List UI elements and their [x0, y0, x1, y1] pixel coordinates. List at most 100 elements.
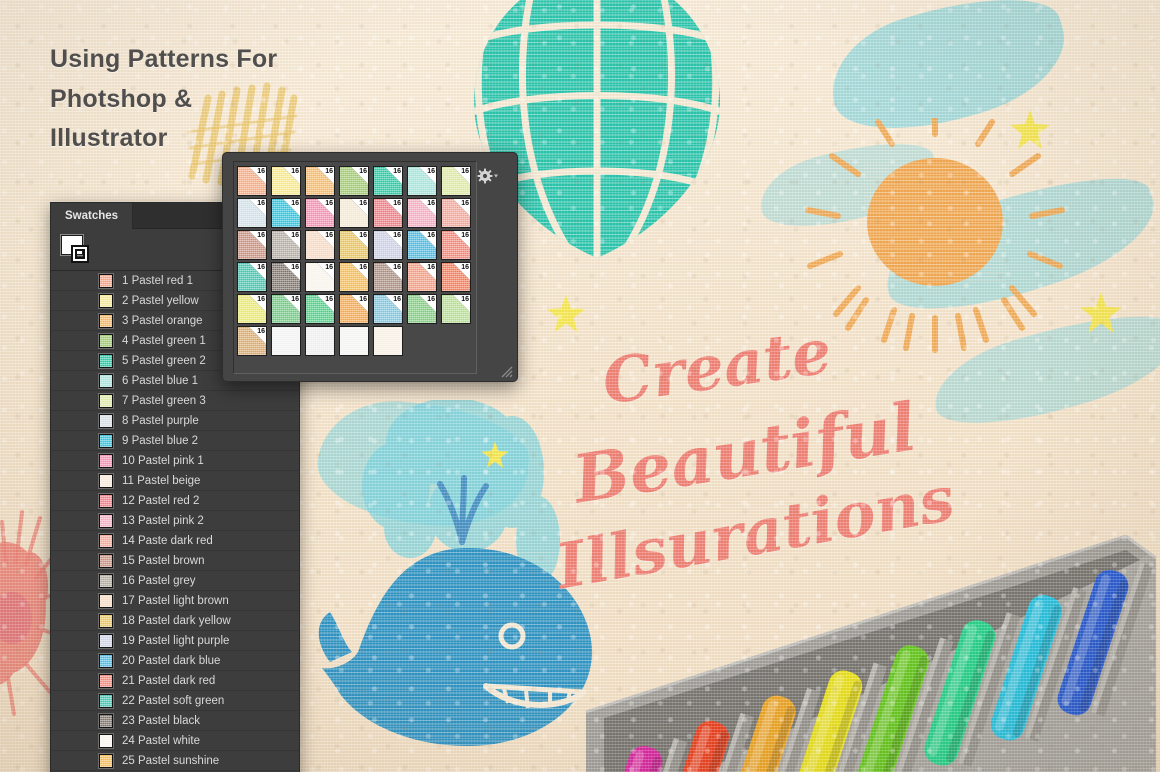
- swatch-color-chip[interactable]: [99, 733, 113, 748]
- pattern-swatch[interactable]: 16: [237, 294, 267, 324]
- swatch-color-chip[interactable]: [99, 493, 113, 508]
- swatch-list-item[interactable]: 8 Pastel purple: [51, 411, 299, 431]
- swatch-color-chip[interactable]: [99, 393, 113, 408]
- swatch-color-chip[interactable]: [99, 313, 113, 328]
- pattern-swatch[interactable]: 16: [271, 262, 301, 292]
- pattern-swatch[interactable]: 16: [407, 230, 437, 260]
- swatch-color-chip[interactable]: [99, 473, 113, 488]
- page-title: Using Patterns For Photshop & Illustrato…: [50, 40, 370, 159]
- pattern-swatch[interactable]: 16: [441, 230, 471, 260]
- pattern-swatch[interactable]: 16: [271, 230, 301, 260]
- swatch-list-item[interactable]: 16 Pastel grey: [51, 571, 299, 591]
- background-color-chip[interactable]: [71, 245, 89, 263]
- pattern-swatch[interactable]: 16: [305, 230, 335, 260]
- pattern-picker-panel[interactable]: 16 16 16 16 16 16 16 16 16 16 16 16 16 16 16 16 16 16 16 16…: [222, 152, 518, 382]
- pattern-size-badge-label: 16: [291, 168, 299, 175]
- pattern-swatch[interactable]: [305, 326, 335, 356]
- pattern-swatch[interactable]: [271, 326, 301, 356]
- pattern-picker-viewport[interactable]: 16 16 16 16 16 16 16 16 16 16 16 16 16 16 16 16 16 16 16 16…: [233, 161, 477, 374]
- gear-icon[interactable]: [477, 168, 499, 184]
- pattern-swatch[interactable]: 16: [441, 262, 471, 292]
- swatch-list-item[interactable]: 18 Pastel dark yellow: [51, 611, 299, 631]
- swatch-color-chip[interactable]: [99, 353, 113, 368]
- pattern-swatch[interactable]: 16: [373, 262, 403, 292]
- pattern-swatch[interactable]: 16: [339, 198, 369, 228]
- swatch-color-chip[interactable]: [99, 513, 113, 528]
- pattern-swatch[interactable]: 16: [441, 166, 471, 196]
- swatch-color-chip[interactable]: [99, 753, 113, 768]
- swatch-color-chip[interactable]: [99, 333, 113, 348]
- swatch-list-item[interactable]: 23 Pastel black: [51, 711, 299, 731]
- swatch-color-chip[interactable]: [99, 593, 113, 608]
- pattern-swatch[interactable]: 16: [237, 262, 267, 292]
- resize-grip-icon[interactable]: [500, 365, 513, 378]
- pattern-swatch[interactable]: 16: [441, 198, 471, 228]
- swatch-list-item[interactable]: 20 Pastel dark blue: [51, 651, 299, 671]
- swatch-list-item[interactable]: 10 Pastel pink 1: [51, 451, 299, 471]
- pattern-swatch[interactable]: 16: [305, 294, 335, 324]
- swatch-list-item[interactable]: 21 Pastel dark red: [51, 671, 299, 691]
- swatch-color-chip[interactable]: [99, 533, 113, 548]
- pattern-grid[interactable]: 16 16 16 16 16 16 16 16 16 16 16 16 16 16 16 16 16 16 16 16…: [234, 162, 476, 357]
- pattern-swatch[interactable]: 16: [237, 326, 267, 356]
- swatch-label: 24 Pastel white: [122, 734, 200, 747]
- swatch-color-chip[interactable]: [99, 293, 113, 308]
- pattern-texture: [272, 327, 300, 355]
- swatch-label: 10 Pastel pink 1: [122, 454, 204, 467]
- swatch-list-item[interactable]: 17 Pastel light brown: [51, 591, 299, 611]
- pattern-swatch[interactable]: 16: [339, 230, 369, 260]
- swatch-label: 16 Pastel grey: [122, 574, 196, 587]
- swatch-list-item[interactable]: 9 Pastel blue 2: [51, 431, 299, 451]
- pattern-swatch[interactable]: 16: [305, 166, 335, 196]
- swatch-color-chip[interactable]: [99, 633, 113, 648]
- tab-swatches[interactable]: Swatches: [51, 203, 134, 229]
- swatch-list-item[interactable]: 25 Pastel sunshine: [51, 751, 299, 771]
- sun-illustration: [805, 118, 1065, 353]
- pattern-swatch[interactable]: 16: [407, 294, 437, 324]
- pattern-swatch[interactable]: 16: [441, 294, 471, 324]
- pattern-swatch[interactable]: 16: [373, 198, 403, 228]
- pattern-swatch[interactable]: 16: [339, 294, 369, 324]
- pattern-swatch[interactable]: 16: [373, 166, 403, 196]
- swatch-color-chip[interactable]: [99, 613, 113, 628]
- swatch-color-chip[interactable]: [99, 433, 113, 448]
- swatch-color-chip[interactable]: [99, 673, 113, 688]
- pattern-swatch[interactable]: 16: [407, 166, 437, 196]
- pattern-swatch[interactable]: 16: [339, 166, 369, 196]
- swatch-color-chip[interactable]: [99, 373, 113, 388]
- swatch-list-item[interactable]: 24 Pastel white: [51, 731, 299, 751]
- swatch-list-item[interactable]: 22 Pastel soft green: [51, 691, 299, 711]
- swatch-color-chip[interactable]: [99, 273, 113, 288]
- pattern-swatch[interactable]: 16: [237, 198, 267, 228]
- pattern-swatch[interactable]: [373, 326, 403, 356]
- swatch-list-item[interactable]: 14 Paste dark red: [51, 531, 299, 551]
- swatch-list-item[interactable]: 13 Pastel pink 2: [51, 511, 299, 531]
- pattern-swatch[interactable]: 16: [271, 166, 301, 196]
- swatch-color-chip[interactable]: [99, 553, 113, 568]
- pattern-swatch[interactable]: 16: [407, 198, 437, 228]
- pattern-swatch[interactable]: 16: [305, 262, 335, 292]
- swatch-color-chip[interactable]: [99, 713, 113, 728]
- pattern-swatch[interactable]: [339, 326, 369, 356]
- swatch-color-chip[interactable]: [99, 693, 113, 708]
- swatch-color-chip[interactable]: [99, 653, 113, 668]
- swatch-list-item[interactable]: 12 Pastel red 2: [51, 491, 299, 511]
- swatch-list-item[interactable]: 11 Pastel beige: [51, 471, 299, 491]
- pattern-swatch[interactable]: 16: [339, 262, 369, 292]
- pattern-swatch[interactable]: 16: [373, 230, 403, 260]
- swatch-list-item[interactable]: 7 Pastel green 3: [51, 391, 299, 411]
- pattern-swatch[interactable]: 16: [271, 198, 301, 228]
- swatch-list-item[interactable]: 15 Pastel brown: [51, 551, 299, 571]
- swatch-color-chip[interactable]: [99, 413, 113, 428]
- pattern-swatch[interactable]: 16: [237, 230, 267, 260]
- pattern-size-badge-label: 16: [257, 200, 265, 207]
- pattern-swatch[interactable]: 16: [237, 166, 267, 196]
- pattern-swatch[interactable]: 16: [407, 262, 437, 292]
- swatch-label: 9 Pastel blue 2: [122, 434, 199, 447]
- pattern-swatch[interactable]: 16: [373, 294, 403, 324]
- swatch-color-chip[interactable]: [99, 453, 113, 468]
- pattern-swatch[interactable]: 16: [305, 198, 335, 228]
- pattern-swatch[interactable]: 16: [271, 294, 301, 324]
- swatch-color-chip[interactable]: [99, 573, 113, 588]
- swatch-list-item[interactable]: 19 Pastel light purple: [51, 631, 299, 651]
